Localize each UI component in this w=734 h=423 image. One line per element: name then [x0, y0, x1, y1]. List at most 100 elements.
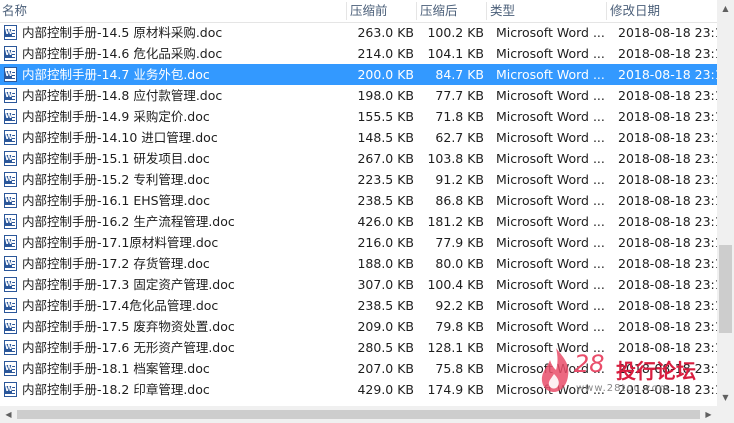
file-type: Microsoft Word ... — [496, 109, 605, 124]
file-size: 91.2 KB — [435, 172, 484, 187]
vertical-scroll-thumb[interactable] — [719, 245, 732, 333]
file-type: Microsoft Word ... — [496, 88, 605, 103]
word-document-icon — [4, 151, 17, 166]
word-document-icon — [4, 298, 17, 313]
file-compressed-size: 426.0 KB — [357, 214, 414, 229]
word-document-icon — [4, 67, 17, 82]
file-type: Microsoft Word ... — [496, 193, 605, 208]
file-name: 内部控制手册-15.1 研发项目.doc — [22, 151, 210, 166]
file-compressed-size: 223.5 KB — [357, 172, 414, 187]
file-name: 内部控制手册-18.1 档案管理.doc — [22, 361, 210, 376]
file-type: Microsoft Word ... — [496, 361, 605, 376]
word-document-icon — [4, 88, 17, 103]
file-row[interactable]: 内部控制手册-14.10 进口管理.doc 148.5 KB 62.7 KB Micr… — [0, 127, 717, 148]
word-document-icon — [4, 46, 17, 61]
word-document-icon — [4, 319, 17, 334]
file-name: 内部控制手册-14.7 业务外包.doc — [22, 67, 210, 82]
left-arrow-icon[interactable]: ◀ — [0, 406, 17, 423]
column-header: 名称 压缩前 压缩后 类型 修改日期 — [0, 0, 717, 23]
word-document-icon — [4, 193, 17, 208]
file-row[interactable]: 内部控制手册-14.8 应付款管理.doc 198.0 KB 77.7 KB Micr… — [0, 85, 717, 106]
column-header-type[interactable]: 类型 — [490, 3, 515, 19]
scrollbar-corner — [717, 406, 734, 423]
file-size: 84.7 KB — [435, 67, 484, 82]
column-divider[interactable] — [606, 2, 607, 20]
file-size: 75.8 KB — [435, 361, 484, 376]
file-size: 80.0 KB — [435, 256, 484, 271]
file-modified-date: 2018-08-18 23:15 — [618, 67, 717, 82]
file-type: Microsoft Word ... — [496, 298, 605, 313]
file-name: 内部控制手册-14.8 应付款管理.doc — [22, 88, 223, 103]
file-type: Microsoft Word ... — [496, 130, 605, 145]
file-row[interactable]: 内部控制手册-17.6 无形资产管理.doc 280.5 KB 128.1 KB Mi… — [0, 337, 717, 358]
file-modified-date: 2018-08-18 23:15 — [618, 235, 717, 250]
file-name: 内部控制手册-17.6 无形资产管理.doc — [22, 340, 235, 355]
file-row[interactable]: 内部控制手册-16.1 EHS管理.doc 238.5 KB 86.8 KB Micr… — [0, 190, 717, 211]
horizontal-scrollbar[interactable]: ◀ ▶ — [0, 406, 717, 423]
file-modified-date: 2018-08-18 23:15 — [618, 382, 717, 397]
column-header-name[interactable]: 名称 — [2, 3, 27, 19]
word-document-icon — [4, 214, 17, 229]
horizontal-scroll-thumb[interactable] — [17, 410, 700, 419]
file-name: 内部控制手册-14.9 采购定价.doc — [22, 109, 210, 124]
file-row[interactable]: 内部控制手册-18.1 档案管理.doc 207.0 KB 75.8 KB Micro… — [0, 358, 717, 379]
file-compressed-size: 207.0 KB — [357, 361, 414, 376]
word-document-icon — [4, 277, 17, 292]
file-row[interactable]: 内部控制手册-17.1原材料管理.doc 216.0 KB 77.9 KB Micro… — [0, 232, 717, 253]
file-modified-date: 2018-08-18 23:15 — [618, 340, 717, 355]
file-compressed-size: 263.0 KB — [357, 25, 414, 40]
file-name: 内部控制手册-15.2 专利管理.doc — [22, 172, 210, 187]
file-size: 77.9 KB — [435, 235, 484, 250]
file-compressed-size: 148.5 KB — [357, 130, 414, 145]
column-header-modified[interactable]: 修改日期 — [610, 3, 660, 19]
file-size: 181.2 KB — [427, 214, 484, 229]
file-compressed-size: 429.0 KB — [357, 382, 414, 397]
file-row[interactable]: 内部控制手册-15.2 专利管理.doc 223.5 KB 91.2 KB Micro… — [0, 169, 717, 190]
file-row[interactable]: 内部控制手册-14.6 危化品采购.doc 214.0 KB 104.1 KB Mic… — [0, 43, 717, 64]
column-divider[interactable] — [486, 2, 487, 20]
file-compressed-size: 238.5 KB — [357, 298, 414, 313]
file-size: 71.8 KB — [435, 109, 484, 124]
file-size: 86.8 KB — [435, 193, 484, 208]
file-row[interactable]: 内部控制手册-14.5 原材料采购.doc 263.0 KB 100.2 KB Mic… — [0, 23, 717, 43]
word-document-icon — [4, 382, 17, 397]
file-name: 内部控制手册-17.2 存货管理.doc — [22, 256, 210, 271]
file-row[interactable]: 内部控制手册-16.2 生产流程管理.doc 426.0 KB 181.2 KB Mi… — [0, 211, 717, 232]
file-size: 77.7 KB — [435, 88, 484, 103]
right-arrow-icon[interactable]: ▶ — [700, 406, 717, 423]
file-row[interactable]: 内部控制手册-14.9 采购定价.doc 155.5 KB 71.8 KB Micro… — [0, 106, 717, 127]
file-list: 内部控制手册-14.5 原材料采购.doc 263.0 KB 100.2 KB Mic… — [0, 23, 717, 406]
file-modified-date: 2018-08-18 23:15 — [618, 25, 717, 40]
column-divider[interactable] — [416, 2, 417, 20]
file-type: Microsoft Word ... — [496, 235, 605, 250]
file-compressed-size: 267.0 KB — [357, 151, 414, 166]
file-size: 128.1 KB — [427, 340, 484, 355]
file-size: 92.2 KB — [435, 298, 484, 313]
file-compressed-size: 188.0 KB — [357, 256, 414, 271]
vertical-scrollbar[interactable]: ▲ ▼ — [717, 0, 734, 406]
file-row[interactable]: 内部控制手册-14.7 业务外包.doc 200.0 KB 84.7 KB Micro… — [0, 64, 717, 85]
down-arrow-icon[interactable]: ▼ — [717, 389, 734, 406]
file-row[interactable]: 内部控制手册-17.4危化品管理.doc 238.5 KB 92.2 KB Micro… — [0, 295, 717, 316]
file-type: Microsoft Word ... — [496, 25, 605, 40]
file-size: 100.2 KB — [427, 25, 484, 40]
file-modified-date: 2018-08-18 23:15 — [618, 130, 717, 145]
column-divider[interactable] — [346, 2, 347, 20]
file-modified-date: 2018-08-18 23:15 — [618, 214, 717, 229]
up-arrow-icon[interactable]: ▲ — [717, 0, 734, 17]
word-document-icon — [4, 130, 17, 145]
file-type: Microsoft Word ... — [496, 46, 605, 61]
file-row[interactable]: 内部控制手册-18.2 印章管理.doc 429.0 KB 174.9 KB Micr… — [0, 379, 717, 400]
file-name: 内部控制手册-17.3 固定资产管理.doc — [22, 277, 235, 292]
file-row[interactable]: 内部控制手册-15.1 研发项目.doc 267.0 KB 103.8 KB Micr… — [0, 148, 717, 169]
word-document-icon — [4, 25, 17, 40]
file-type: Microsoft Word ... — [496, 214, 605, 229]
column-header-compressed[interactable]: 压缩前 — [350, 3, 388, 19]
file-row[interactable]: 内部控制手册-17.5 废弃物资处置.doc 209.0 KB 79.8 KB Mic… — [0, 316, 717, 337]
file-compressed-size: 198.0 KB — [357, 88, 414, 103]
file-modified-date: 2018-08-18 23:15 — [618, 298, 717, 313]
file-row[interactable]: 内部控制手册-17.2 存货管理.doc 188.0 KB 80.0 KB Micro… — [0, 253, 717, 274]
file-type: Microsoft Word ... — [496, 319, 605, 334]
file-row[interactable]: 内部控制手册-17.3 固定资产管理.doc 307.0 KB 100.4 KB Mi… — [0, 274, 717, 295]
column-header-size[interactable]: 压缩后 — [420, 3, 458, 19]
